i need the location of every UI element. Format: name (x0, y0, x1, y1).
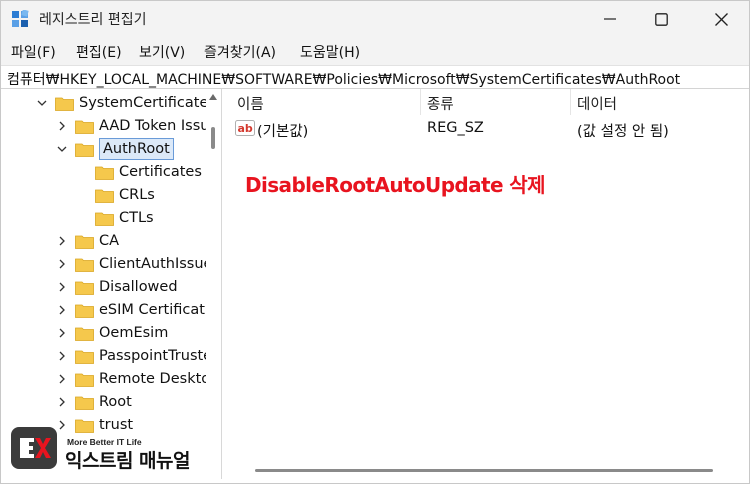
chevron-down-icon[interactable] (55, 142, 69, 156)
chevron-right-icon[interactable] (55, 257, 69, 271)
tree-item-ca[interactable]: CA (55, 230, 119, 252)
tree-item-label: OemEsim (99, 325, 169, 341)
chevron-right-icon[interactable] (55, 326, 69, 340)
address-bar[interactable]: 컴퓨터₩HKEY_LOCAL_MACHINE₩SOFTWARE₩Policies… (1, 65, 749, 89)
tree-item-label: ClientAuthIssuer (99, 256, 219, 272)
folder-icon (75, 234, 94, 249)
tree-item-label: CTLs (119, 210, 154, 226)
menu-file[interactable]: 파일(F) (11, 42, 56, 62)
title-bar: 레지스트리 편집기 (1, 1, 749, 37)
minimize-icon (604, 18, 616, 20)
values-list-pane[interactable]: 이름 종류 데이터 ab (기본값) REG_SZ (값 설정 안 됨) (231, 89, 749, 479)
column-header-data[interactable]: 데이터 (571, 89, 749, 115)
tree-item-label: Root (99, 394, 132, 410)
tree-item-ctls[interactable]: CTLs (95, 207, 154, 229)
string-value-icon: ab (235, 119, 255, 137)
value-data: (값 설정 안 됨) (577, 124, 669, 140)
column-header-type[interactable]: 종류 (421, 89, 571, 115)
folder-icon (95, 211, 114, 226)
folder-icon (75, 257, 94, 272)
site-watermark: More Better IT Life 익스트림 매뉴얼 (11, 427, 211, 473)
tree-item-passpointtrusted[interactable]: PasspointTruste (55, 345, 212, 367)
registry-editor-window: 레지스트리 편집기 파일(F) 편집(E) 보기(V) 즐겨찾기(A) 도움말(… (0, 0, 750, 484)
tree-item-clientauthissuer[interactable]: ClientAuthIssuer (55, 253, 218, 275)
tree-item-label: CRLs (119, 187, 155, 203)
tree-item-label: AuthRoot (99, 138, 174, 160)
folder-icon (75, 372, 94, 387)
list-item[interactable]: ab (기본값) REG_SZ (값 설정 안 됨) (231, 117, 749, 141)
folder-icon (75, 395, 94, 410)
minimize-button[interactable] (587, 1, 633, 37)
folder-icon (75, 349, 94, 364)
tree-item-label: eSIM Certificatio (99, 302, 218, 318)
tree-item-label: CA (99, 233, 120, 249)
chevron-right-icon[interactable] (55, 303, 69, 317)
menu-edit[interactable]: 편집(E) (76, 42, 122, 62)
chevron-right-icon[interactable] (55, 234, 69, 248)
tree-vertical-scrollbar[interactable] (206, 89, 220, 479)
tree-item-systemcertificates[interactable]: SystemCertificates (35, 92, 216, 114)
tree-item-root[interactable]: Root (55, 391, 132, 413)
tree-item-label: AAD Token Issu (99, 118, 210, 134)
tree-item-aad-token-issuer[interactable]: AAD Token Issu (55, 115, 209, 137)
value-name: (기본값) (257, 124, 309, 140)
window-title: 레지스트리 편집기 (39, 12, 147, 28)
folder-icon (75, 280, 94, 295)
folder-icon (75, 119, 94, 134)
folder-icon (75, 303, 94, 318)
tree-item-label: Disallowed (99, 279, 178, 295)
scroll-up-icon[interactable] (208, 93, 218, 101)
menu-bar: 파일(F) 편집(E) 보기(V) 즐겨찾기(A) 도움말(H) (1, 37, 749, 65)
maximize-button[interactable] (638, 1, 684, 37)
address-path[interactable]: 컴퓨터₩HKEY_LOCAL_MACHINE₩SOFTWARE₩Policies… (7, 69, 680, 89)
tree-item-disallowed[interactable]: Disallowed (55, 276, 178, 298)
folder-icon (55, 96, 74, 111)
chevron-right-icon[interactable] (55, 395, 69, 409)
maximize-icon (654, 12, 668, 26)
folder-icon (95, 188, 114, 203)
tree-item-label: SystemCertificates (79, 95, 216, 111)
close-icon (714, 12, 728, 26)
chevron-right-icon[interactable] (55, 372, 69, 386)
watermark-brand: 익스트림 매뉴얼 (65, 450, 190, 472)
value-type: REG_SZ (427, 120, 484, 136)
registry-editor-app-icon (11, 9, 29, 28)
folder-icon (95, 165, 114, 180)
chevron-right-icon[interactable] (55, 280, 69, 294)
folder-open-icon (75, 142, 94, 157)
list-horizontal-scrollbar[interactable] (233, 463, 749, 477)
tree-item-authroot[interactable]: AuthRoot (55, 138, 174, 160)
tree-item-label: PasspointTruste (99, 348, 213, 364)
chevron-right-icon[interactable] (55, 119, 69, 133)
tree-item-crls[interactable]: CRLs (95, 184, 155, 206)
folder-icon (75, 326, 94, 341)
menu-help[interactable]: 도움말(H) (300, 42, 360, 62)
chevron-right-icon[interactable] (55, 349, 69, 363)
menu-view[interactable]: 보기(V) (139, 42, 185, 62)
tree-scroll-thumb[interactable] (211, 127, 215, 149)
menu-favorites[interactable]: 즐겨찾기(A) (204, 42, 276, 62)
tree-item-label: Certificates (119, 164, 202, 180)
list-scroll-thumb[interactable] (255, 469, 713, 472)
column-header-name[interactable]: 이름 (231, 89, 421, 115)
tree-item-certificates[interactable]: Certificates (95, 161, 202, 183)
brand-logo-icon (11, 427, 57, 469)
svg-text:ab: ab (238, 122, 253, 135)
chevron-down-icon[interactable] (35, 96, 49, 110)
tree-item-label: Remote Deskto (99, 371, 211, 387)
tree-item-oemesim[interactable]: OemEsim (55, 322, 168, 344)
key-tree-pane[interactable]: SystemCertificates AAD Token Issu AuthRo… (1, 89, 222, 479)
tree-item-esim-certification[interactable]: eSIM Certificatio (55, 299, 218, 321)
close-button[interactable] (698, 1, 744, 37)
tree-item-remote-desktop[interactable]: Remote Deskto (55, 368, 210, 390)
annotation-caption: DisableRootAutoUpdate 삭제 (245, 173, 546, 197)
